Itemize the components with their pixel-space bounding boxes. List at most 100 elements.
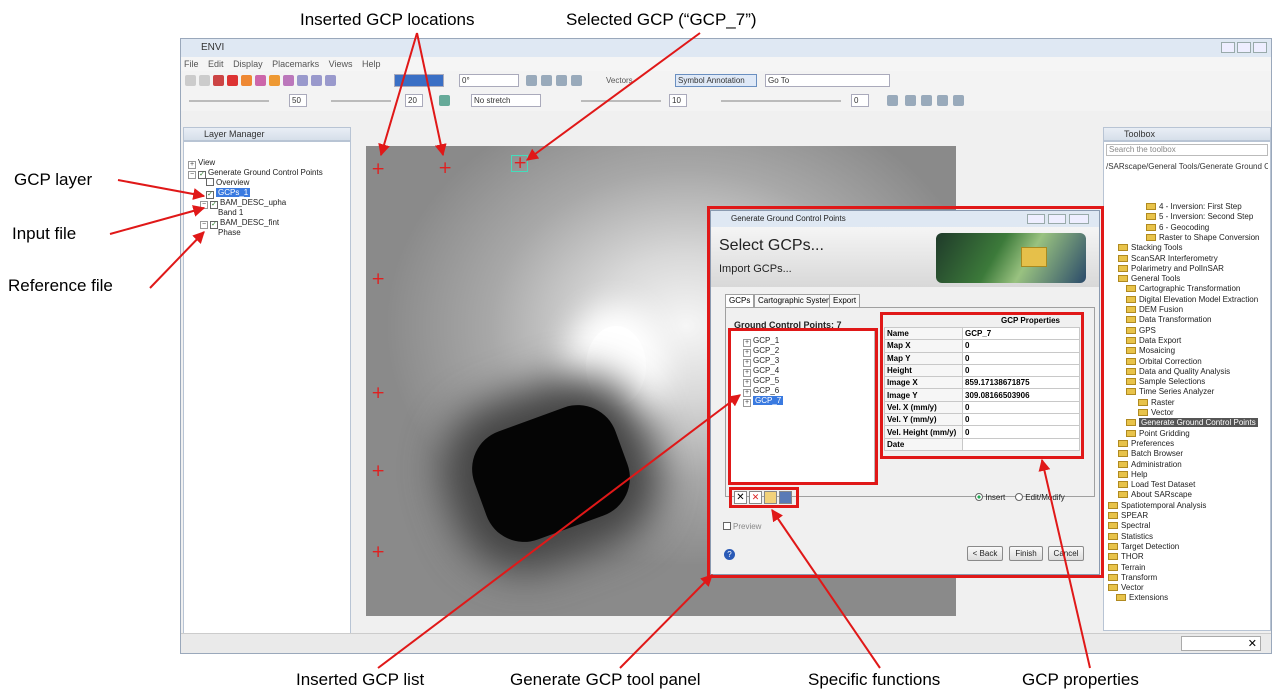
gcp-marker[interactable]: + [371,544,385,561]
gcp-marker[interactable]: + [371,161,385,178]
toolbox-item[interactable]: Preferences [1118,439,1174,449]
toolbox-item[interactable]: Time Series Analyzer [1126,387,1214,397]
zoom-in-icon[interactable] [297,75,308,86]
toolbox-item[interactable]: THOR [1108,552,1144,562]
toolbox-item[interactable]: Raster [1138,398,1175,408]
toolbox-search-input[interactable]: Search the toolbox [1106,144,1268,156]
toolbox-item[interactable]: Raster to Shape Conversion [1146,233,1260,243]
toolbox-item[interactable]: ScanSAR Interferometry [1118,254,1218,264]
minimize-button[interactable] [1221,42,1235,53]
zoom-icon[interactable] [269,75,280,86]
toolbox-item-label: Terrain [1121,562,1146,572]
vectors-menu[interactable]: Vectors [606,76,633,85]
crosshair-icon[interactable] [227,75,238,86]
rotation-select[interactable]: 0° [459,74,519,87]
symbol-annotation-button[interactable]: Symbol Annotation [675,74,757,87]
toolbox-item[interactable]: Polarimetry and PolInSAR [1118,264,1224,274]
sharpen-slider[interactable] [581,100,661,102]
toolbox-item[interactable]: Statistics [1108,532,1153,542]
stretch-icon[interactable] [439,95,450,106]
transparency-slider[interactable] [721,100,841,102]
rotate-icon[interactable] [283,75,294,86]
gcp-marker[interactable]: + [438,160,452,177]
tool-icon[interactable] [526,75,537,86]
toolbox-item[interactable]: Extensions [1116,593,1168,603]
new-icon[interactable] [185,75,196,86]
chart-icon[interactable] [887,95,898,106]
menu-help[interactable]: Help [362,59,381,69]
callout-inserted-locations: Inserted GCP locations [300,10,475,29]
toolbox-item[interactable]: Spatiotemporal Analysis [1108,501,1206,511]
fit-icon[interactable] [325,75,336,86]
toolbox-item[interactable]: Target Detection [1108,542,1179,552]
folder-icon [1118,460,1128,468]
maximize-button[interactable] [1237,42,1251,53]
gcp-list-highlight [728,328,878,485]
toolbox-item[interactable]: Cartographic Transformation [1126,284,1240,294]
toolbox-item[interactable]: Generate Ground Control Points [1126,418,1258,428]
toolbox-item[interactable]: Vector [1138,408,1174,418]
contrast-slider[interactable] [331,100,391,102]
toolbox-item[interactable]: Sample Selections [1126,377,1205,387]
toolbox-item[interactable]: Data and Quality Analysis [1126,367,1230,377]
toolbox-item[interactable]: Batch Browser [1118,449,1183,459]
folder-icon [1118,470,1128,478]
sharpen-value[interactable]: 10 [669,94,687,107]
toolbox-item[interactable]: SPEAR [1108,511,1148,521]
menu-edit[interactable]: Edit [208,59,224,69]
toolbox-item[interactable]: Administration [1118,460,1182,470]
toolbox-item[interactable]: Point Gridding [1126,429,1190,439]
toolbox-item[interactable]: Spectral [1108,521,1150,531]
gcp-marker[interactable]: + [371,271,385,288]
toolbox-item[interactable]: Digital Elevation Model Extraction [1126,295,1258,305]
folder-icon [1118,264,1128,272]
gcp-marker-selected[interactable]: + [511,155,528,172]
toolbox-item[interactable]: General Tools [1118,274,1180,284]
layout-icon[interactable] [953,95,964,106]
stretch-select[interactable]: No stretch [471,94,541,107]
toolbox-item[interactable]: 4 - Inversion: First Step [1146,202,1242,212]
toolbox-item[interactable]: Vector [1108,583,1144,593]
gcp-marker[interactable]: + [371,385,385,402]
toolbox-item[interactable]: Load Test Dataset [1118,480,1195,490]
menu-placemarks[interactable]: Placemarks [272,59,319,69]
zoom-out-icon[interactable] [311,75,322,86]
toolbox-item[interactable]: Mosaicing [1126,346,1175,356]
brightness-slider[interactable] [189,100,269,102]
toolbox-item[interactable]: Orbital Correction [1126,357,1202,367]
toolbox-item[interactable]: Data Transformation [1126,315,1211,325]
toolbox-item[interactable]: About SARscape [1118,490,1192,500]
status-close-icon[interactable]: ✕ [1181,636,1261,651]
layout-icon[interactable] [905,95,916,106]
goto-field[interactable]: Go To [765,74,890,87]
cursor-icon[interactable] [241,75,252,86]
toolbox-item[interactable]: Stacking Tools [1118,243,1182,253]
toolbox-item[interactable]: GPS [1126,326,1156,336]
toolbox-item[interactable]: DEM Fusion [1126,305,1183,315]
folder-icon [1118,254,1128,262]
tool-icon[interactable] [541,75,552,86]
gcp-marker[interactable]: + [371,463,385,480]
toolbox-item[interactable]: Help [1118,470,1147,480]
contrast-value[interactable]: 20 [405,94,423,107]
menu-display[interactable]: Display [233,59,263,69]
transparency-value[interactable]: 0 [851,94,869,107]
toolbox-item-label: Extensions [1129,593,1169,603]
toolbox-item[interactable]: Transform [1108,573,1157,583]
zoom-select[interactable] [394,74,444,87]
toolbox-item[interactable]: 5 - Inversion: Second Step [1146,212,1253,222]
tool-icon[interactable] [571,75,582,86]
close-button[interactable] [1253,42,1267,53]
toolbox-item[interactable]: Terrain [1108,563,1145,573]
toolbox-item[interactable]: 6 - Geocoding [1146,223,1209,233]
toolbox-item[interactable]: Data Export [1126,336,1181,346]
pan-icon[interactable] [255,75,266,86]
tool-icon[interactable] [556,75,567,86]
menu-views[interactable]: Views [329,59,353,69]
menu-file[interactable]: File [184,59,199,69]
pin-icon[interactable] [213,75,224,86]
layout-icon[interactable] [937,95,948,106]
layout-icon[interactable] [921,95,932,106]
brightness-value[interactable]: 50 [289,94,307,107]
open-icon[interactable] [199,75,210,86]
